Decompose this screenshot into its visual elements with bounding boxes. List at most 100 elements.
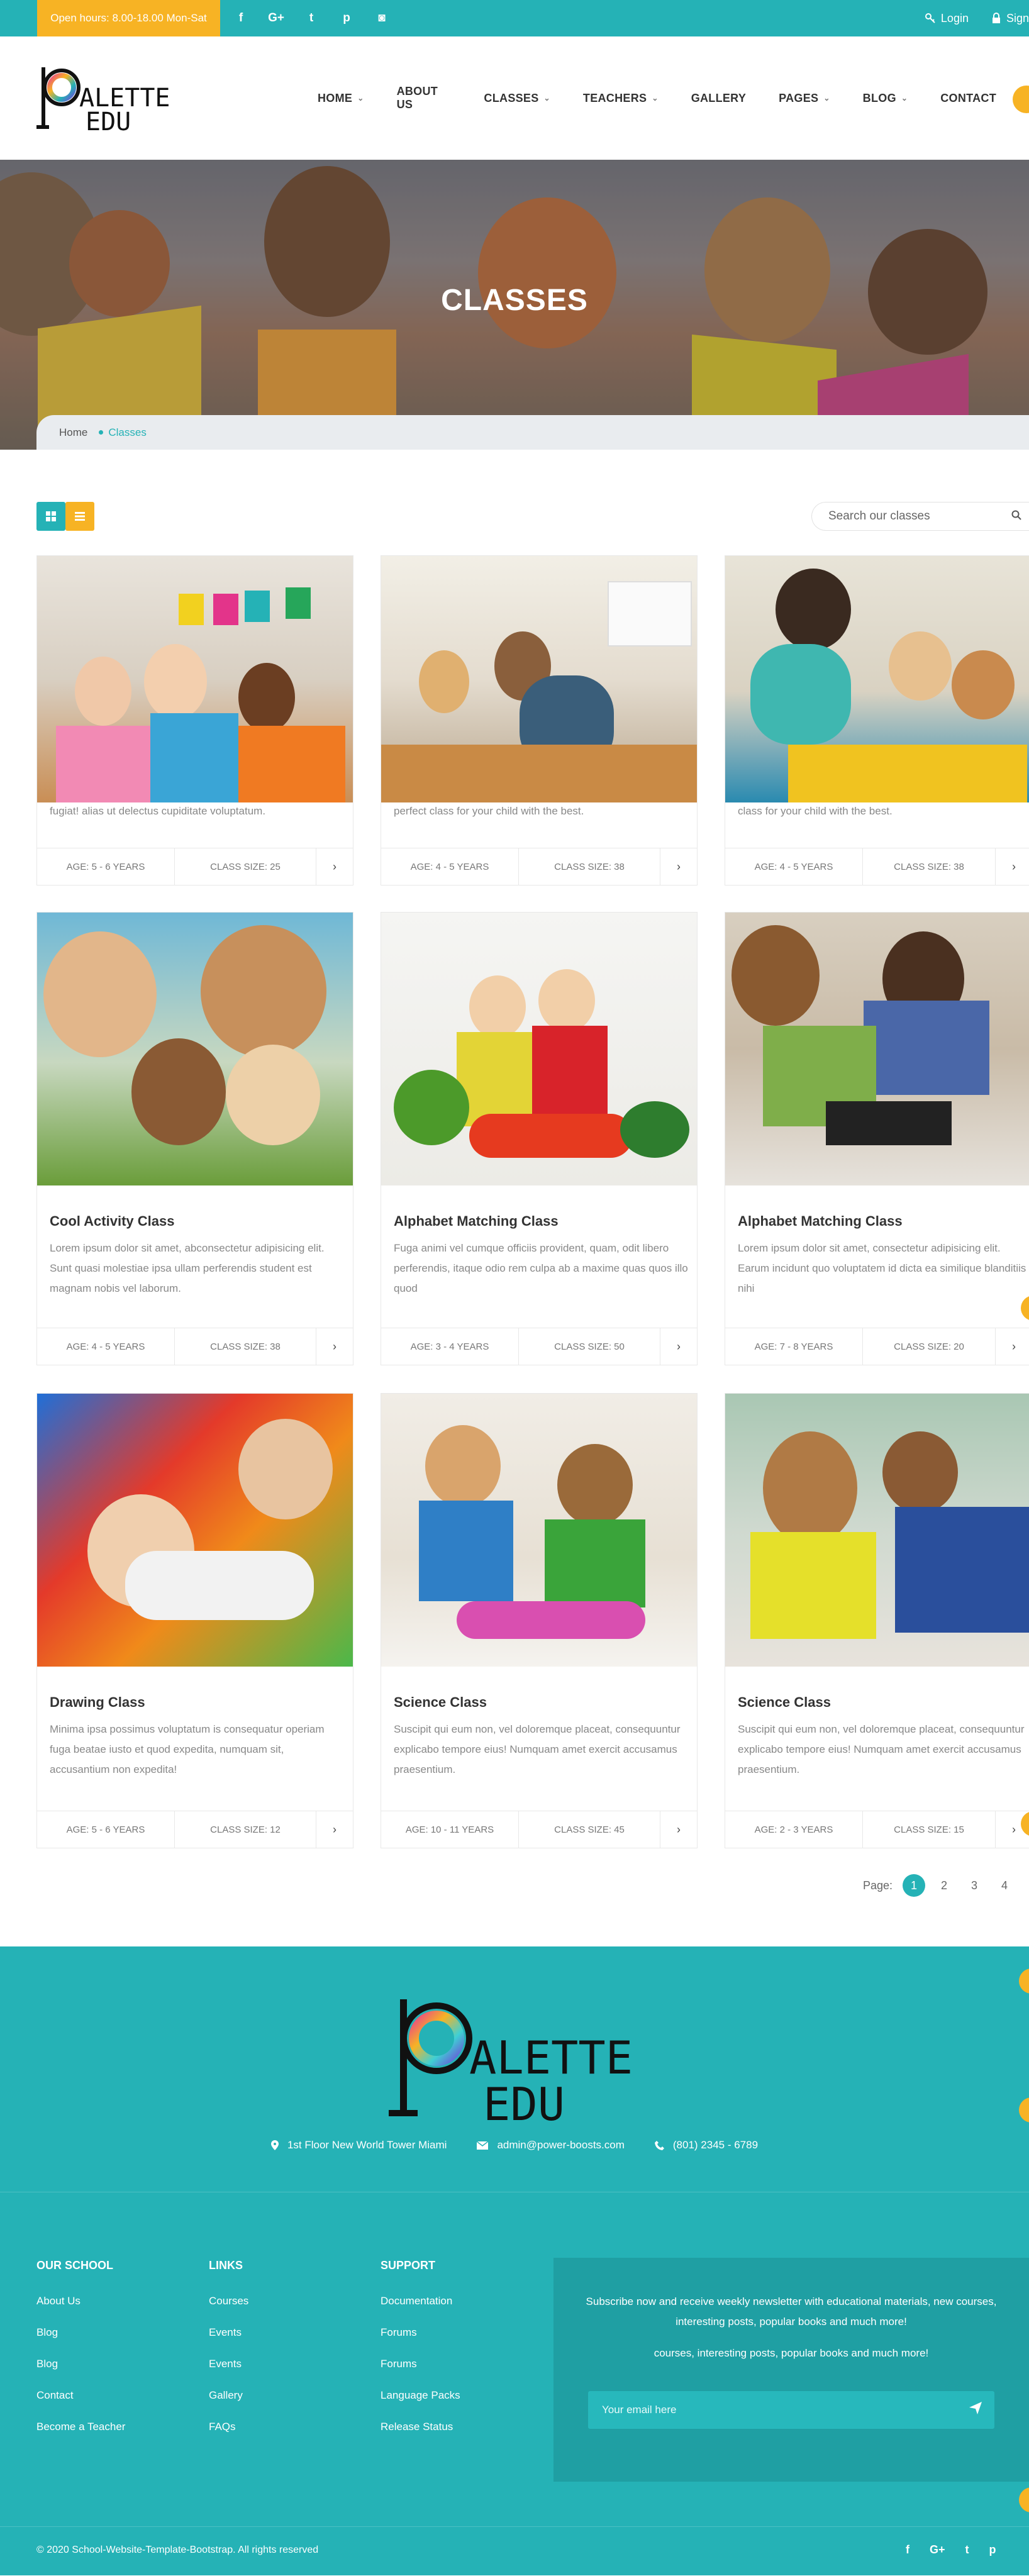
instagram-icon[interactable]: ◙ — [374, 11, 390, 25]
floating-action-button[interactable] — [1019, 2097, 1029, 2123]
newsletter-form — [588, 2391, 994, 2429]
page-2[interactable]: 2 — [933, 1874, 955, 1897]
page-title: CLASSES — [441, 284, 588, 317]
chevron-right-icon[interactable]: › — [660, 848, 697, 885]
footer-link[interactable]: Forums — [381, 2326, 460, 2339]
footer-col-our-school: OUR SCHOOL About Us Blog Blog Contact Be… — [36, 2259, 125, 2452]
class-age: AGE: 2 - 3 YEARS — [725, 1811, 863, 1848]
pagination-label: Page: — [863, 1879, 893, 1892]
chevron-down-icon: ⌄ — [357, 94, 364, 103]
class-meta: AGE: 2 - 3 YEARS CLASS SIZE: 15 › — [725, 1811, 1029, 1848]
page-3[interactable]: 3 — [963, 1874, 986, 1897]
google-plus-icon[interactable]: G+ — [268, 11, 284, 25]
nav-pages-label: PAGES — [779, 91, 819, 104]
chevron-right-icon[interactable]: › — [660, 1811, 697, 1848]
pinterest-icon[interactable]: p — [989, 2543, 996, 2557]
nav-gallery-label: GALLERY — [691, 91, 747, 104]
class-card[interactable]: fugiat! alias ut delectus cupiditate vol… — [36, 555, 353, 886]
footer-link[interactable]: Contact — [36, 2389, 125, 2402]
class-card[interactable]: Drawing Class Minima ipsa possimus volup… — [36, 1393, 353, 1848]
nav-contact[interactable]: CONTACT — [940, 92, 996, 105]
class-title[interactable]: Alphabet Matching Class — [394, 1213, 559, 1230]
class-title[interactable]: Cool Activity Class — [50, 1213, 174, 1230]
nav-home-label: HOME — [318, 91, 353, 104]
class-description: Minima ipsa possimus voluptatum is conse… — [50, 1723, 325, 1775]
nav-pages[interactable]: PAGES ⌄ — [779, 92, 830, 105]
login-link[interactable]: Login — [925, 12, 969, 25]
page-hero: CLASSES Home Classes — [0, 160, 1029, 450]
class-meta: AGE: 5 - 6 YEARS CLASS SIZE: 12 › — [37, 1811, 353, 1848]
chevron-right-icon[interactable]: › — [316, 1328, 353, 1365]
nav-classes-label: CLASSES — [484, 91, 539, 104]
nav-home[interactable]: HOME ⌄ — [318, 92, 364, 105]
chevron-right-icon[interactable]: › — [316, 848, 353, 885]
chevron-right-icon[interactable]: › — [660, 1328, 697, 1365]
chevron-right-icon[interactable]: › — [996, 1328, 1029, 1365]
nav-blog[interactable]: BLOG ⌄ — [863, 92, 908, 105]
footer-link[interactable]: FAQs — [209, 2421, 248, 2433]
newsletter-email-input[interactable] — [601, 2403, 957, 2417]
top-bar: Open hours: 8.00-18.00 Mon-Sat f G+ t p … — [0, 0, 1029, 36]
class-age: AGE: 10 - 11 YEARS — [381, 1811, 519, 1848]
footer-link[interactable]: Language Packs — [381, 2389, 460, 2402]
grid-view-button[interactable] — [36, 502, 65, 531]
class-size: CLASS SIZE: 38 — [519, 848, 660, 885]
class-description: Lorem ipsum dolor sit amet, consectetur … — [738, 1242, 1026, 1294]
class-title[interactable]: Drawing Class — [50, 1694, 145, 1711]
page-4[interactable]: 4 — [993, 1874, 1016, 1897]
phone[interactable]: (801) 2345 - 6789 — [654, 2139, 758, 2151]
nav-about[interactable]: ABOUT US — [397, 85, 452, 111]
class-card[interactable]: Alphabet Matching Class Fuga animi vel c… — [381, 912, 698, 1365]
twitter-icon[interactable]: t — [965, 2543, 969, 2557]
footer-link[interactable]: Forums — [381, 2358, 460, 2370]
footer-link[interactable]: Documentation — [381, 2295, 460, 2307]
footer-link[interactable]: Blog — [36, 2358, 125, 2370]
footer-link[interactable]: Gallery — [209, 2389, 248, 2402]
footer-link[interactable]: Blog — [36, 2326, 125, 2339]
nav-classes[interactable]: CLASSES ⌄ — [484, 92, 550, 105]
nav-gallery[interactable]: GALLERY — [691, 92, 746, 105]
class-title[interactable]: Science Class — [394, 1694, 487, 1711]
logo-text-bottom: EDU — [86, 108, 131, 134]
footer-link[interactable]: Events — [209, 2358, 248, 2370]
class-image — [381, 556, 697, 802]
facebook-icon[interactable]: f — [906, 2543, 909, 2557]
send-icon[interactable] — [957, 2402, 994, 2418]
twitter-icon[interactable]: t — [303, 11, 320, 25]
class-card[interactable]: perfect class for your child with the be… — [381, 555, 698, 886]
class-size: CLASS SIZE: 38 — [863, 848, 996, 885]
footer-link[interactable]: Courses — [209, 2295, 248, 2307]
email[interactable]: admin@power-boosts.com — [477, 2139, 625, 2151]
chevron-down-icon: ⌄ — [543, 94, 550, 103]
facebook-icon[interactable]: f — [233, 11, 249, 25]
class-card[interactable]: Alphabet Matching Class Lorem ipsum dolo… — [725, 912, 1029, 1365]
class-card[interactable]: Science Class Suscipit qui eum non, vel … — [725, 1393, 1029, 1848]
search-icon[interactable] — [1004, 510, 1029, 523]
footer-link[interactable]: Become a Teacher — [36, 2421, 125, 2433]
palette-edu-logo[interactable]: ALETTE EDU — [36, 65, 197, 134]
class-card[interactable]: class for your child with the best. AGE:… — [725, 555, 1029, 886]
class-title[interactable]: Alphabet Matching Class — [738, 1213, 903, 1230]
class-title[interactable]: Science Class — [738, 1694, 831, 1711]
footer-link[interactable]: About Us — [36, 2295, 125, 2307]
footer-link[interactable]: Events — [209, 2326, 248, 2339]
breadcrumb-home[interactable]: Home — [59, 426, 87, 439]
floating-action-button[interactable] — [1019, 1968, 1029, 1994]
nav-teachers[interactable]: TEACHERS ⌄ — [583, 92, 659, 105]
google-plus-icon[interactable]: G+ — [930, 2543, 945, 2557]
class-meta: AGE: 5 - 6 YEARS CLASS SIZE: 25 › — [37, 848, 353, 885]
search-input[interactable] — [827, 509, 1004, 524]
nav-teachers-label: TEACHERS — [582, 91, 647, 104]
signup-link[interactable]: Sign — [991, 12, 1029, 25]
class-card[interactable]: Science Class Suscipit qui eum non, vel … — [381, 1393, 698, 1848]
page-1[interactable]: 1 — [903, 1874, 926, 1897]
breadcrumb-current: Classes — [108, 426, 147, 438]
list-view-button[interactable] — [65, 502, 94, 531]
palette-edu-logo[interactable]: ALETTE EDU — [389, 1997, 691, 2126]
class-card[interactable]: Cool Activity Class Lorem ipsum dolor si… — [36, 912, 353, 1365]
floating-action-button[interactable] — [1019, 2487, 1029, 2512]
chevron-right-icon[interactable]: › — [996, 848, 1029, 885]
chevron-right-icon[interactable]: › — [316, 1811, 353, 1848]
footer-link[interactable]: Release Status — [381, 2421, 460, 2433]
pinterest-icon[interactable]: p — [338, 11, 355, 25]
